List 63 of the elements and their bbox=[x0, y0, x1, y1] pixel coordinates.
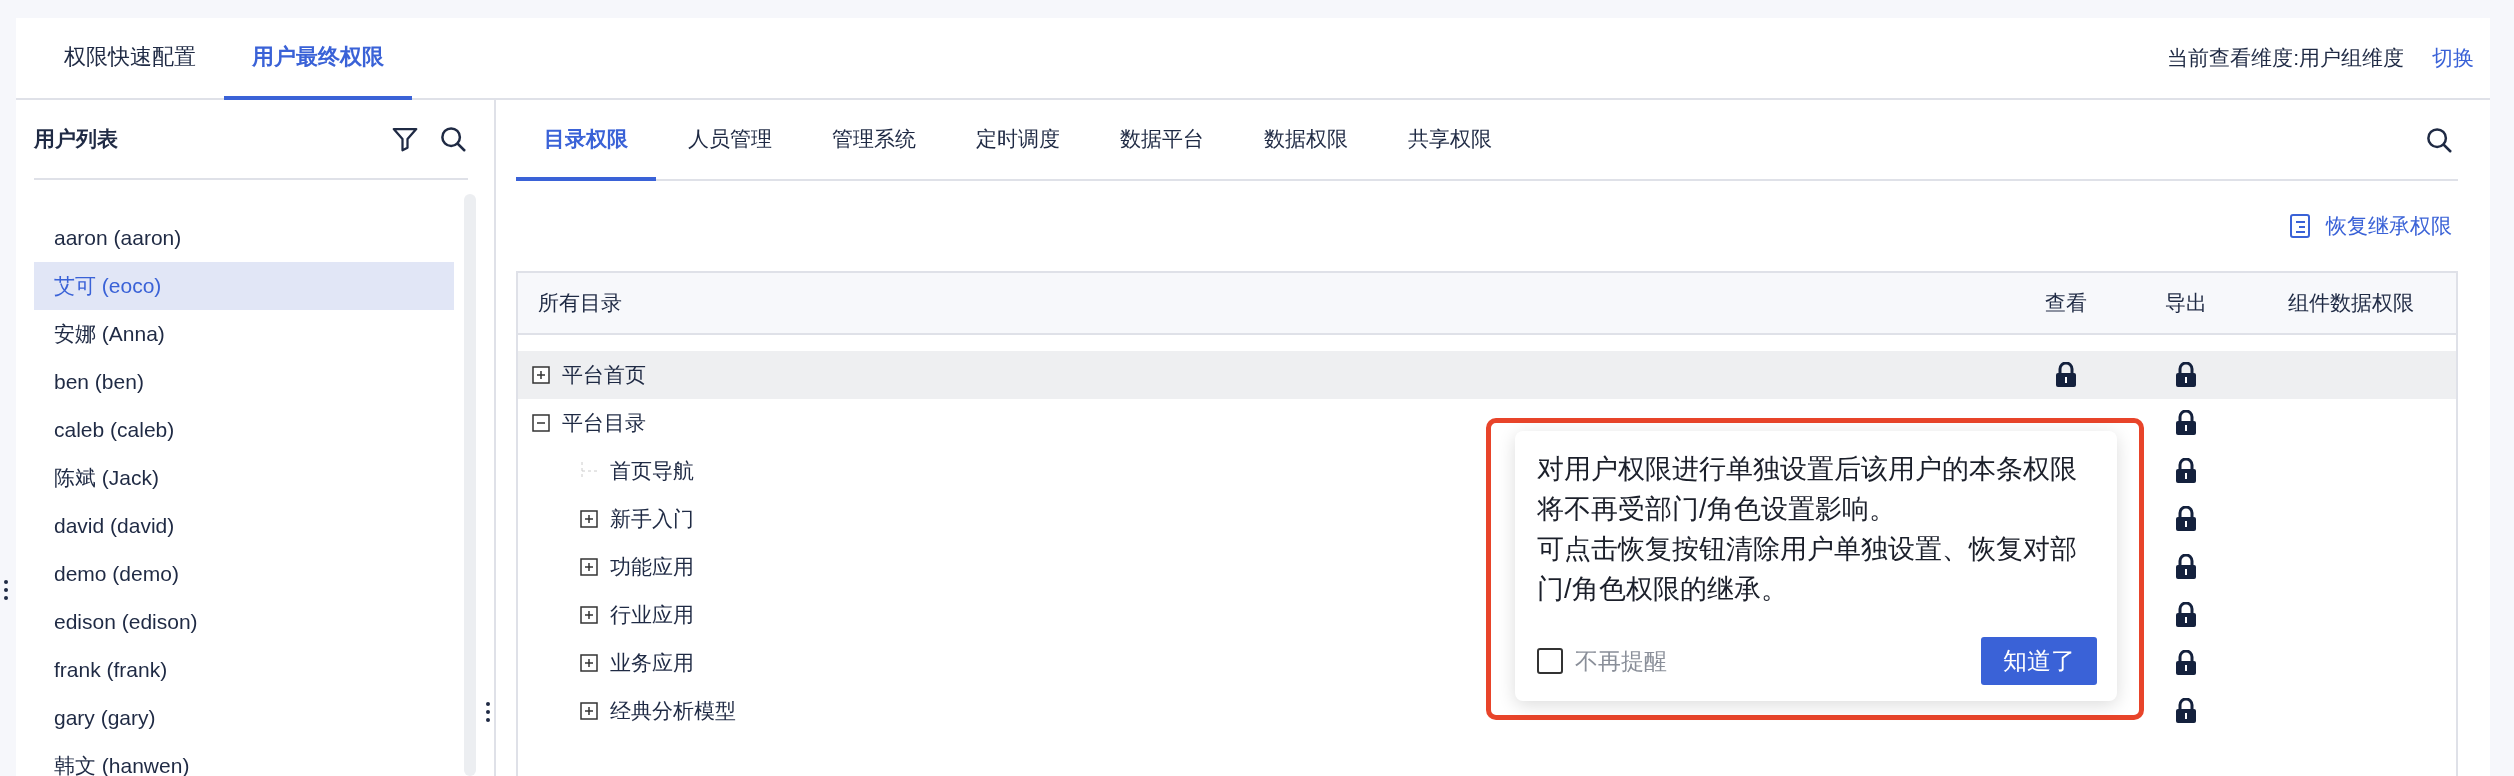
panel-title: 用户列表 bbox=[34, 126, 119, 152]
lock-icon[interactable] bbox=[2175, 458, 2197, 484]
switch-link[interactable]: 切换 bbox=[2432, 44, 2474, 72]
expand-icon[interactable] bbox=[580, 606, 598, 624]
lock-icon[interactable] bbox=[2175, 362, 2197, 388]
drag-handle-icon[interactable] bbox=[484, 700, 492, 724]
user-item[interactable]: 艾可 (eoco) bbox=[34, 262, 454, 310]
tree-label: 业务应用 bbox=[610, 650, 694, 676]
drag-handle-icon[interactable] bbox=[2, 578, 10, 602]
expand-icon[interactable] bbox=[580, 654, 598, 672]
tree-label: 平台首页 bbox=[562, 362, 646, 388]
tree-label: 平台目录 bbox=[562, 410, 646, 436]
expand-icon[interactable] bbox=[532, 366, 550, 384]
expand-icon[interactable] bbox=[580, 702, 598, 720]
lock-icon[interactable] bbox=[2175, 602, 2197, 628]
tab[interactable]: 管理系统 bbox=[804, 100, 944, 181]
tab[interactable]: 用户最终权限 bbox=[224, 18, 412, 100]
lock-icon[interactable] bbox=[2175, 506, 2197, 532]
tree-connector-icon bbox=[580, 462, 598, 480]
tree-label: 新手入门 bbox=[610, 506, 694, 532]
popup-message: 可点击恢复按钮清除用户单独设置、恢复对部门/角色权限的继承。 bbox=[1537, 533, 2078, 606]
lock-icon[interactable] bbox=[2175, 554, 2197, 580]
lock-icon[interactable] bbox=[2175, 410, 2197, 436]
tree-label: 经典分析模型 bbox=[610, 698, 736, 724]
checkbox-label: 不再提醒 bbox=[1575, 646, 1668, 676]
user-item[interactable]: gary (gary) bbox=[34, 694, 454, 742]
ok-button[interactable]: 知道了 bbox=[1981, 637, 2097, 685]
tab[interactable]: 数据平台 bbox=[1092, 100, 1232, 181]
lock-icon[interactable] bbox=[2175, 698, 2197, 724]
expand-icon[interactable] bbox=[580, 510, 598, 528]
user-item[interactable]: ben (ben) bbox=[34, 358, 454, 406]
user-item[interactable]: edison (edison) bbox=[34, 598, 454, 646]
tab[interactable]: 定时调度 bbox=[948, 100, 1088, 181]
search-icon[interactable] bbox=[438, 124, 468, 154]
collapse-icon[interactable] bbox=[532, 414, 550, 432]
column-header: 导出 bbox=[2164, 290, 2208, 316]
tab[interactable]: 数据权限 bbox=[1236, 100, 1376, 181]
lock-icon[interactable] bbox=[2055, 362, 2077, 388]
user-item[interactable]: david (david) bbox=[34, 502, 454, 550]
user-item[interactable]: 安娜 (Anna) bbox=[34, 310, 454, 358]
column-header: 组件数据权限 bbox=[2287, 290, 2415, 316]
lock-icon[interactable] bbox=[2175, 650, 2197, 676]
tree-label: 行业应用 bbox=[610, 602, 694, 628]
restore-link[interactable]: 恢复继承权限 bbox=[2288, 212, 2452, 240]
tree-label: 功能应用 bbox=[610, 554, 694, 580]
user-item[interactable]: frank (frank) bbox=[34, 646, 454, 694]
tab[interactable]: 人员管理 bbox=[660, 100, 800, 181]
tree-label: 首页导航 bbox=[610, 458, 694, 484]
checkbox[interactable] bbox=[1537, 648, 1563, 674]
dimension-label: 当前查看维度:用户组维度 bbox=[2167, 45, 2404, 71]
tab[interactable]: 目录权限 bbox=[516, 100, 656, 181]
tab[interactable]: 共享权限 bbox=[1380, 100, 1520, 181]
highlighted-row[interactable]: 平台首页 bbox=[518, 351, 2456, 399]
column-header: 查看 bbox=[2044, 290, 2088, 316]
popup-message: 对用户权限进行单独设置后该用户的本条权限将不再受部门/角色设置影响。 bbox=[1537, 453, 2078, 526]
user-item[interactable]: caleb (caleb) bbox=[34, 406, 454, 454]
document-icon bbox=[2288, 213, 2312, 239]
tab[interactable]: 权限快速配置 bbox=[36, 18, 224, 100]
user-item[interactable]: demo (demo) bbox=[34, 550, 454, 598]
user-item[interactable]: 陈斌 (Jack) bbox=[34, 454, 454, 502]
column-header: 所有目录 bbox=[537, 290, 623, 316]
expand-icon[interactable] bbox=[580, 558, 598, 576]
user-item[interactable]: aaron (aaron) bbox=[34, 214, 454, 262]
